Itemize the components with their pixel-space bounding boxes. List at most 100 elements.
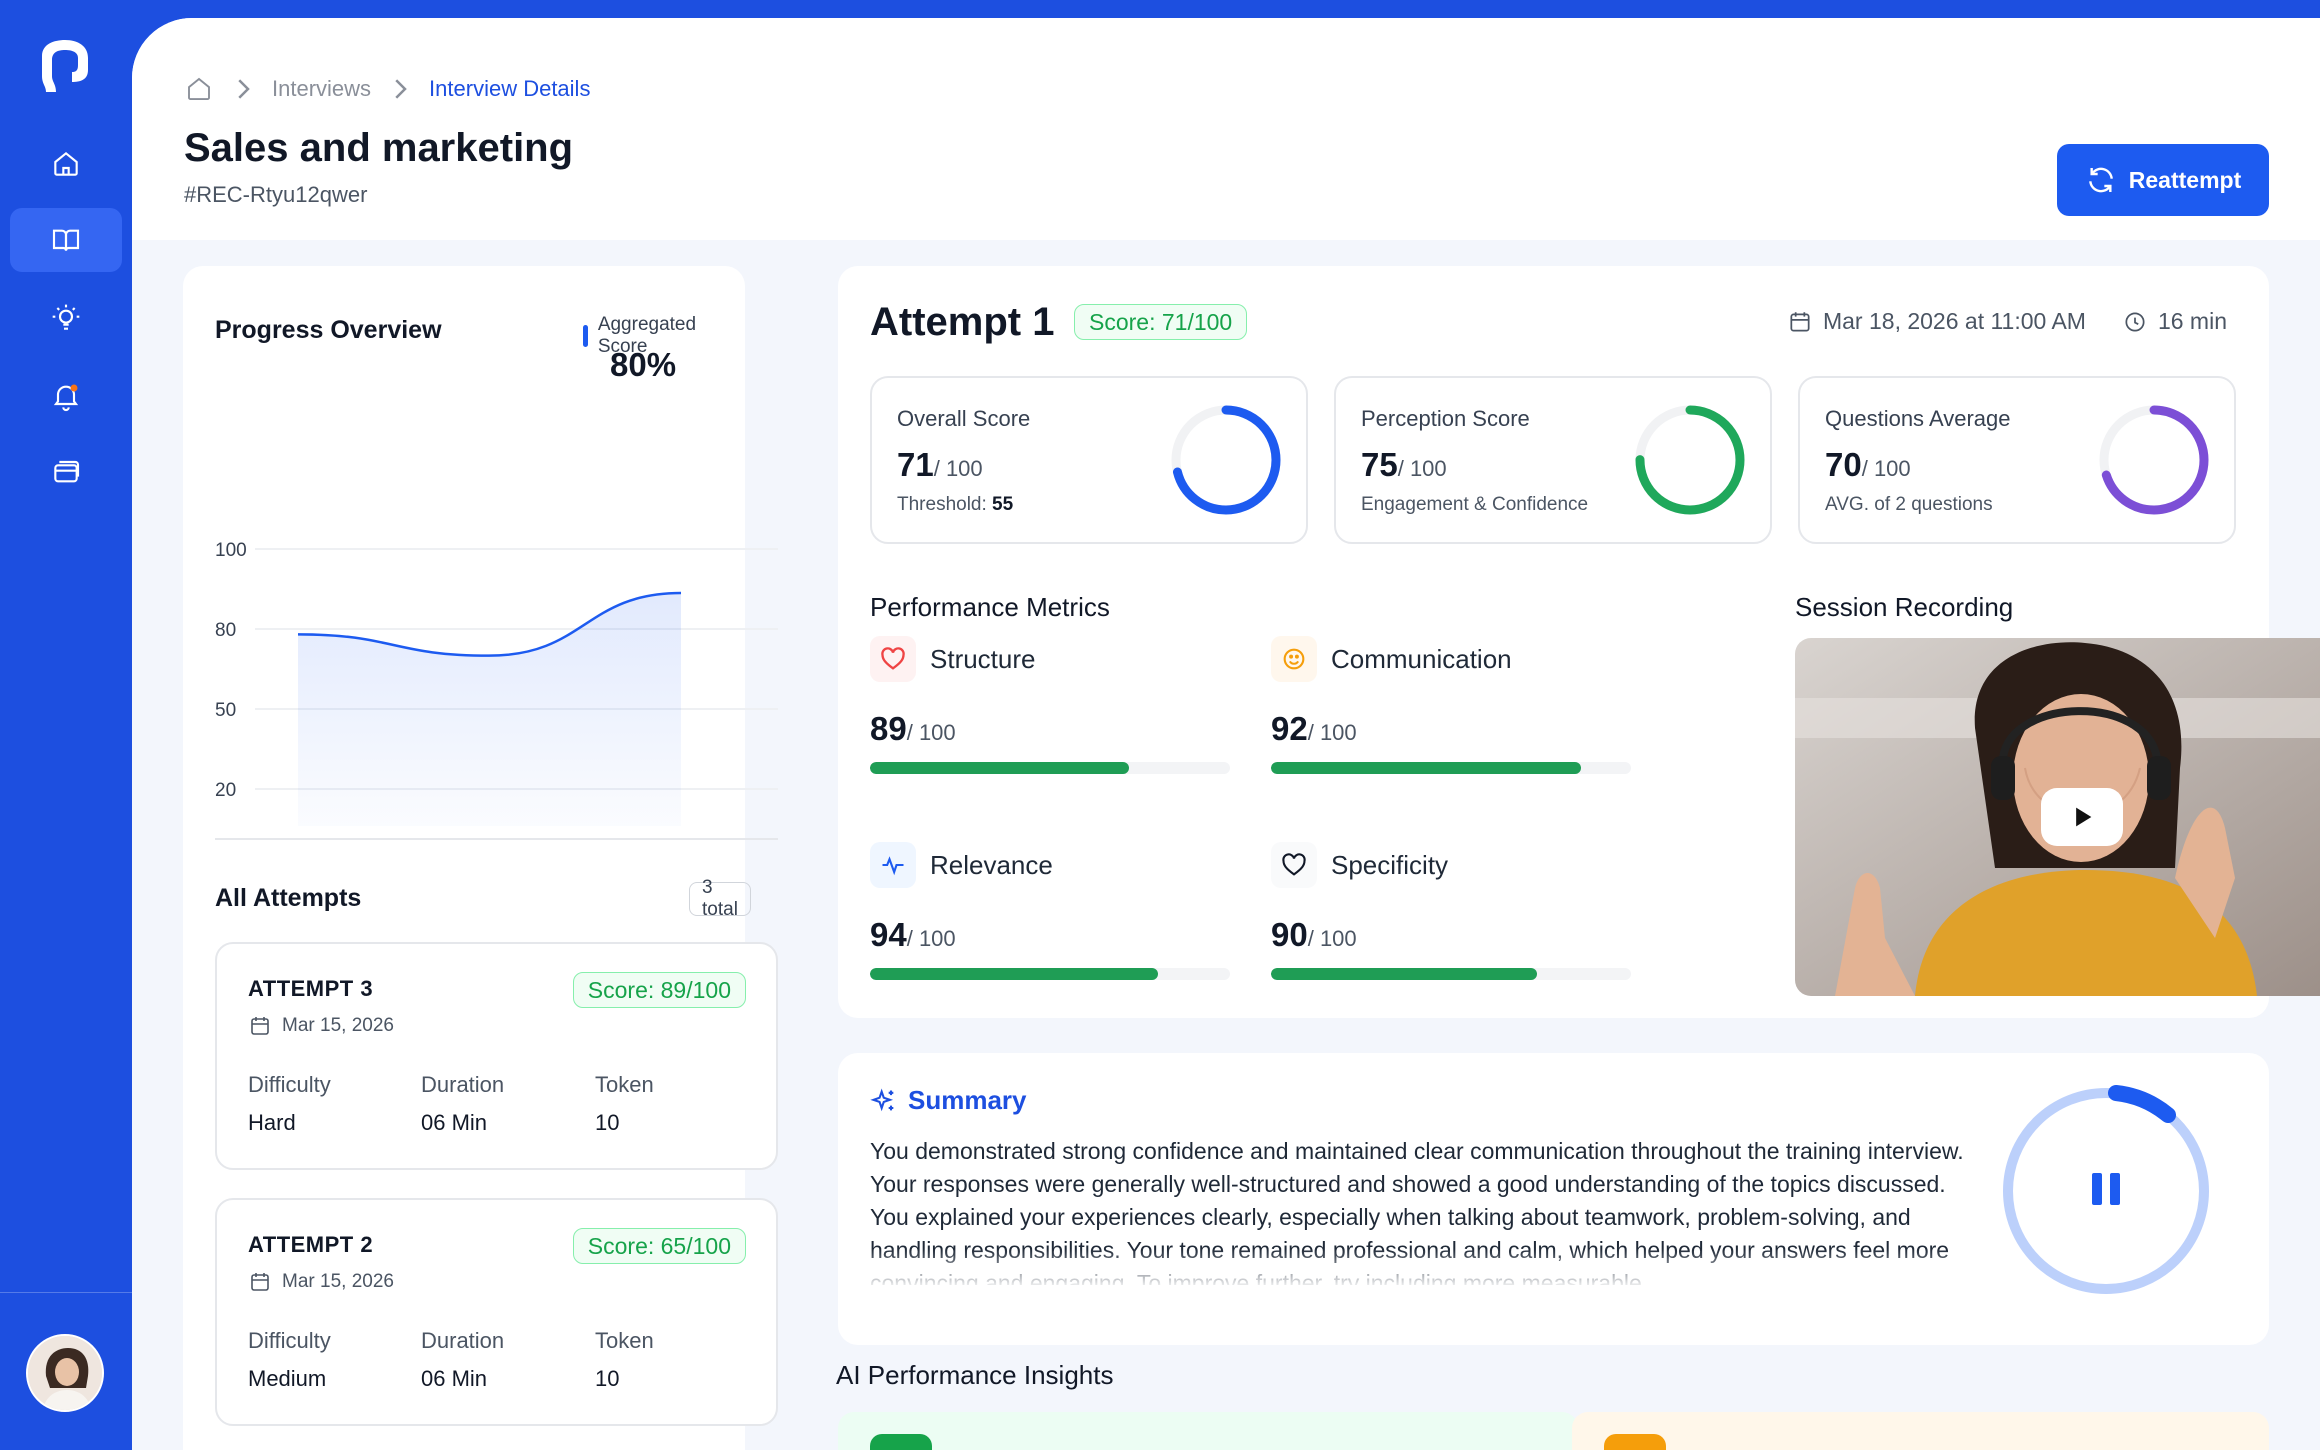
- summary-title: Summary: [870, 1085, 1027, 1116]
- metric-progress-bar: [870, 968, 1230, 980]
- breadcrumb-interviews[interactable]: Interviews: [272, 76, 371, 102]
- insight-card-positive: [838, 1412, 1578, 1450]
- heart-outline-icon: [1271, 842, 1317, 888]
- metric-progress-bar: [870, 762, 1230, 774]
- legend-swatch: [583, 325, 588, 347]
- play-button[interactable]: [2041, 788, 2123, 846]
- sidebar-divider: [0, 1292, 132, 1293]
- attempt-card[interactable]: ATTEMPT 2 Score: 65/100 Mar 15, 2026 Dif…: [215, 1198, 778, 1426]
- duration-label: Duration: [421, 1072, 505, 1097]
- metric-progress-fill: [1271, 762, 1581, 774]
- sparkles-icon: [870, 1087, 894, 1111]
- metric-label: Specificity: [1331, 849, 1449, 880]
- calendar-icon: [1790, 311, 1810, 332]
- attempt-duration: 16 min: [2157, 308, 2227, 334]
- metric-progress-bar: [1271, 968, 1631, 980]
- y-tick-label: 20: [215, 780, 236, 801]
- lightbulb-icon: [52, 304, 80, 330]
- metric-progress-fill: [1271, 968, 1538, 980]
- score-sub: Engagement & Confidence: [1361, 494, 1589, 515]
- nav-notifications[interactable]: [10, 364, 122, 428]
- score-sub: Threshold: 55: [897, 494, 1014, 515]
- score-ring: [1171, 405, 1281, 515]
- audio-player[interactable]: [1998, 1083, 2214, 1299]
- calendar-icon: [251, 1017, 269, 1035]
- attempt-score-badge: Score: 65/100: [572, 1228, 746, 1264]
- progress-overview-title: Progress Overview: [215, 316, 442, 344]
- score-ring: [2099, 405, 2209, 515]
- page-header: Interviews Interview Details Sales and m…: [132, 18, 2320, 240]
- metric-label: Structure: [930, 643, 1036, 674]
- attempt-card[interactable]: ATTEMPT 3 Score: 89/100 Mar 15, 2026 Dif…: [215, 942, 778, 1170]
- attempt-score-badge: Score: 89/100: [572, 972, 746, 1008]
- chevron-right-icon: [395, 79, 407, 99]
- pause-icon[interactable]: [2092, 1173, 2120, 1205]
- attempt-title: ATTEMPT 3: [248, 976, 374, 1001]
- reattempt-label: Reattempt: [2128, 166, 2242, 193]
- metric-value: 90/ 100: [1271, 916, 1357, 953]
- attempt-title: ATTEMPT 2: [248, 1232, 374, 1257]
- token-value: 10: [595, 1366, 620, 1391]
- insight-badge: [1604, 1434, 1666, 1450]
- breadcrumb: Interviews Interview Details: [184, 74, 590, 104]
- nav-interviews[interactable]: [10, 208, 122, 272]
- score-ring: [1635, 405, 1745, 515]
- insights-title: AI Performance Insights: [836, 1360, 1114, 1390]
- difficulty-label: Difficulty: [248, 1328, 331, 1353]
- page-title: Sales and marketing: [184, 126, 574, 170]
- breadcrumb-current: Interview Details: [429, 76, 591, 101]
- nav-insights[interactable]: [10, 286, 122, 350]
- metric-communication: Communication 92/ 100: [1271, 636, 1631, 774]
- nav-billing[interactable]: [10, 440, 122, 504]
- user-avatar[interactable]: [26, 1334, 104, 1412]
- difficulty-label: Difficulty: [248, 1072, 331, 1097]
- credit-card-icon: [54, 460, 80, 483]
- score-value: 71/ 100: [897, 446, 983, 483]
- score-label: Overall Score: [897, 406, 1031, 431]
- all-attempts-title: All Attempts: [215, 884, 362, 912]
- activity-icon: [870, 842, 916, 888]
- smile-icon: [1271, 636, 1317, 682]
- summary-fade: [870, 1249, 1980, 1289]
- summary-card: Summary You demonstrated strong confiden…: [838, 1053, 2269, 1345]
- score-label: Perception Score: [1361, 406, 1530, 431]
- attempt-datetime: Mar 18, 2026 at 11:00 AM: [1822, 308, 2086, 334]
- attempt-date: Mar 15, 2026: [248, 1014, 394, 1038]
- bell-icon: [53, 384, 79, 411]
- metric-progress-fill: [870, 968, 1158, 980]
- attempt-detail-card: Attempt 1 Score: 71/100 Mar 18, 2026 at …: [838, 266, 2320, 1018]
- app-logo[interactable]: [32, 36, 98, 94]
- token-value: 10: [595, 1110, 620, 1135]
- reattempt-button[interactable]: Reattempt: [2057, 144, 2269, 216]
- home-icon: [54, 151, 78, 176]
- aggregated-score-value: 80%: [610, 346, 677, 383]
- insight-badge: [870, 1434, 932, 1450]
- metric-label: Communication: [1331, 643, 1512, 674]
- score-label: Questions Average: [1825, 406, 2011, 431]
- token-label: Token: [595, 1072, 654, 1097]
- clock-icon: [2125, 311, 2145, 332]
- performance-metrics-title: Performance Metrics: [870, 592, 1110, 622]
- metric-relevance: Relevance 94/ 100: [870, 842, 1230, 980]
- metric-value: 89/ 100: [870, 710, 956, 747]
- progress-overview-card: Progress Overview Aggregated Score 80% 1…: [183, 266, 778, 1450]
- metric-progress-fill: [870, 762, 1130, 774]
- metric-label: Relevance: [930, 849, 1053, 880]
- sidebar: [0, 0, 132, 1450]
- chevron-right-icon: [238, 79, 250, 99]
- attempt-meta: Mar 18, 2026 at 11:00 AM 16 min: [1787, 308, 2227, 335]
- heart-icon: [870, 636, 916, 682]
- overall-score-box: Overall Score 71/ 100 Threshold: 55: [870, 376, 1308, 544]
- score-value: 70/ 100: [1825, 446, 1911, 483]
- session-video[interactable]: [1795, 638, 2320, 996]
- page-subtitle: #REC-Rtyu12qwer: [184, 182, 368, 207]
- section-divider: [215, 838, 778, 840]
- difficulty-value: Medium: [248, 1366, 327, 1391]
- book-open-icon: [52, 229, 80, 251]
- metric-structure: Structure 89/ 100: [870, 636, 1230, 774]
- difficulty-value: Hard: [248, 1110, 296, 1135]
- nav-home[interactable]: [10, 132, 122, 196]
- metric-specificity: Specificity 90/ 100: [1271, 842, 1631, 980]
- metric-value: 94/ 100: [870, 916, 956, 953]
- home-icon[interactable]: [184, 74, 214, 104]
